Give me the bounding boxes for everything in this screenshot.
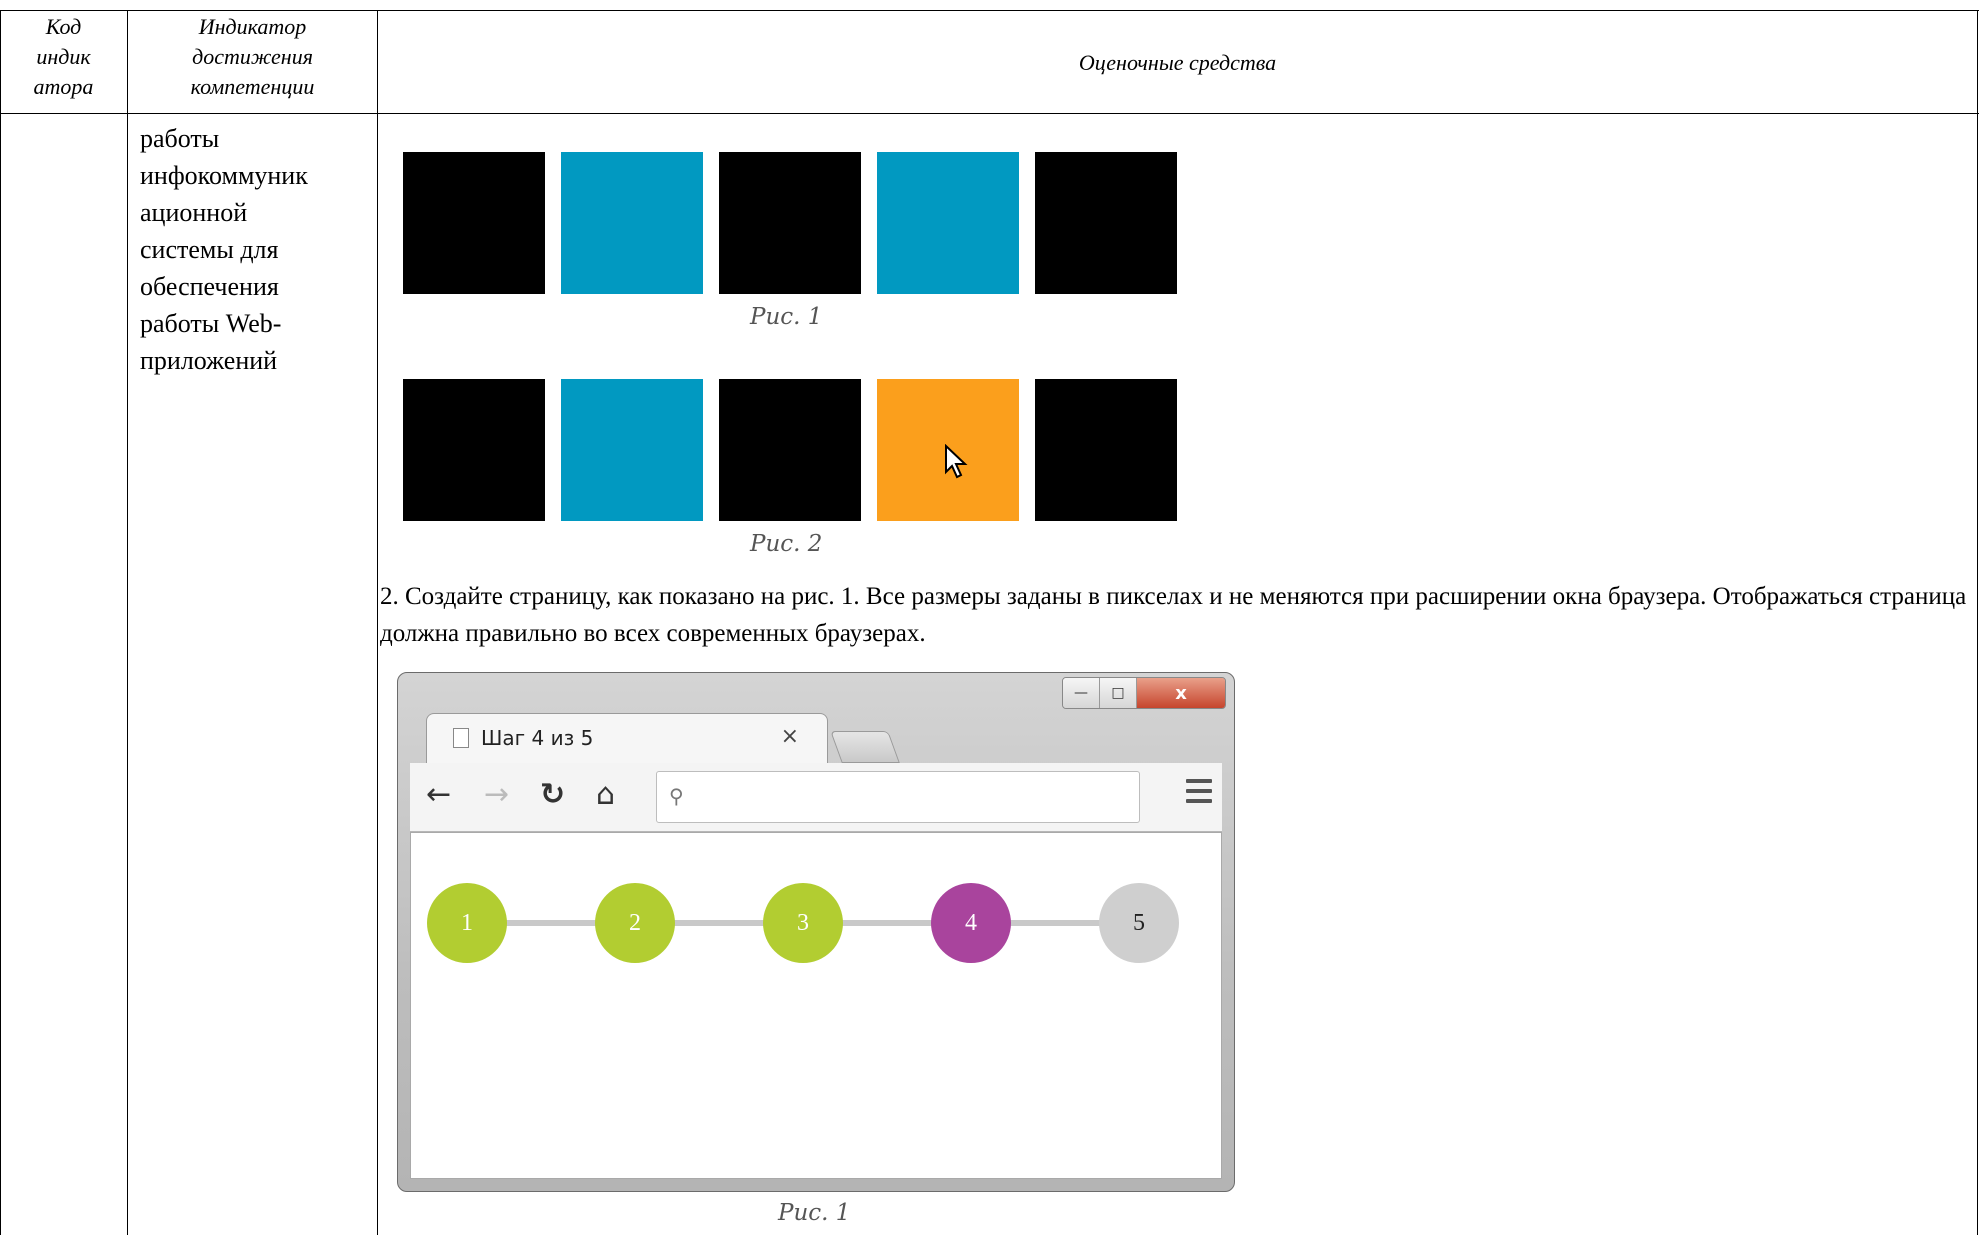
figure2-square <box>1035 379 1177 521</box>
indicator-text: работы инфокоммуник ационной системы для… <box>140 120 380 379</box>
step-number: 3 <box>797 909 809 936</box>
header-code: Код индик атора <box>0 12 127 102</box>
table-right-border <box>1977 10 1978 1235</box>
indicator-line: приложений <box>140 346 278 375</box>
step-circle[interactable]: 1 <box>427 883 507 963</box>
figure1-square <box>877 152 1019 294</box>
new-tab-button[interactable] <box>830 731 900 763</box>
task-description: 2. Создайте страницу, как показано на ри… <box>380 583 1967 647</box>
step-circle[interactable]: 2 <box>595 883 675 963</box>
forward-arrow-icon[interactable]: → <box>484 779 509 811</box>
table-left-border <box>0 10 1 1235</box>
mouse-pointer-icon <box>945 444 968 479</box>
header-indicator-line: достижения <box>192 44 313 69</box>
close-window-button[interactable]: x <box>1137 678 1225 708</box>
maximize-button[interactable]: □ <box>1100 678 1137 708</box>
indicator-line: обеспечения <box>140 272 279 301</box>
reload-icon[interactable]: ↻ <box>540 779 565 811</box>
browser-tab[interactable]: Шаг 4 из 5 × <box>426 713 828 764</box>
figure1-square <box>561 152 703 294</box>
header-indicator-line: компетенции <box>190 74 315 99</box>
minimize-button[interactable]: — <box>1063 678 1100 708</box>
menu-icon[interactable] <box>1186 779 1212 809</box>
figure1-caption: Рис. 1 <box>750 304 823 330</box>
header-code-line: атора <box>33 74 94 99</box>
indicator-line: работы Web- <box>140 309 282 338</box>
step-number: 2 <box>629 909 641 936</box>
step-circle-current[interactable]: 4 <box>931 883 1011 963</box>
step-circle[interactable]: 3 <box>763 883 843 963</box>
tab-close-icon[interactable]: × <box>781 724 799 749</box>
figure2-caption: Рис. 2 <box>750 531 823 557</box>
figure1-square <box>719 152 861 294</box>
indicator-line: инфокоммуник <box>140 161 308 190</box>
indicator-line: работы <box>140 124 220 153</box>
tab-title: Шаг 4 из 5 <box>481 726 594 750</box>
header-assessment-label: Оценочные средства <box>1078 50 1277 75</box>
figure2-square <box>719 379 861 521</box>
browser-window: — □ x Шаг 4 из 5 × ← → ↻ ⌂ ⚲ 1 2 3 4 5 <box>397 672 1235 1192</box>
step-circle[interactable]: 5 <box>1099 883 1179 963</box>
step-number: 4 <box>965 909 977 936</box>
figure3-caption: Рис. 1 <box>778 1200 851 1226</box>
browser-viewport: 1 2 3 4 5 <box>410 832 1222 1179</box>
figure1-square <box>1035 152 1177 294</box>
browser-toolbar: ← → ↻ ⌂ ⚲ <box>410 763 1222 832</box>
search-icon: ⚲ <box>669 784 684 808</box>
page-icon <box>453 728 469 748</box>
step-number: 1 <box>461 909 473 936</box>
home-icon[interactable]: ⌂ <box>596 779 615 811</box>
header-bottom-border <box>0 113 1979 114</box>
indicator-line: системы для <box>140 235 279 264</box>
address-bar[interactable]: ⚲ <box>656 771 1140 823</box>
step-number: 5 <box>1133 909 1145 936</box>
header-assessment: Оценочные средства <box>378 48 1977 78</box>
table-top-border <box>0 10 1979 11</box>
figure2-square <box>403 379 545 521</box>
header-code-line: индик <box>36 44 91 69</box>
figure2-square <box>561 379 703 521</box>
figure1-square <box>403 152 545 294</box>
window-controls: — □ x <box>1062 677 1226 709</box>
header-indicator-line: Индикатор <box>198 14 307 39</box>
column-divider-1 <box>127 10 128 1235</box>
indicator-line: ационной <box>140 198 248 227</box>
back-arrow-icon[interactable]: ← <box>426 779 451 811</box>
header-indicator: Индикатор достижения компетенции <box>128 12 377 102</box>
header-code-line: Код <box>45 14 82 39</box>
